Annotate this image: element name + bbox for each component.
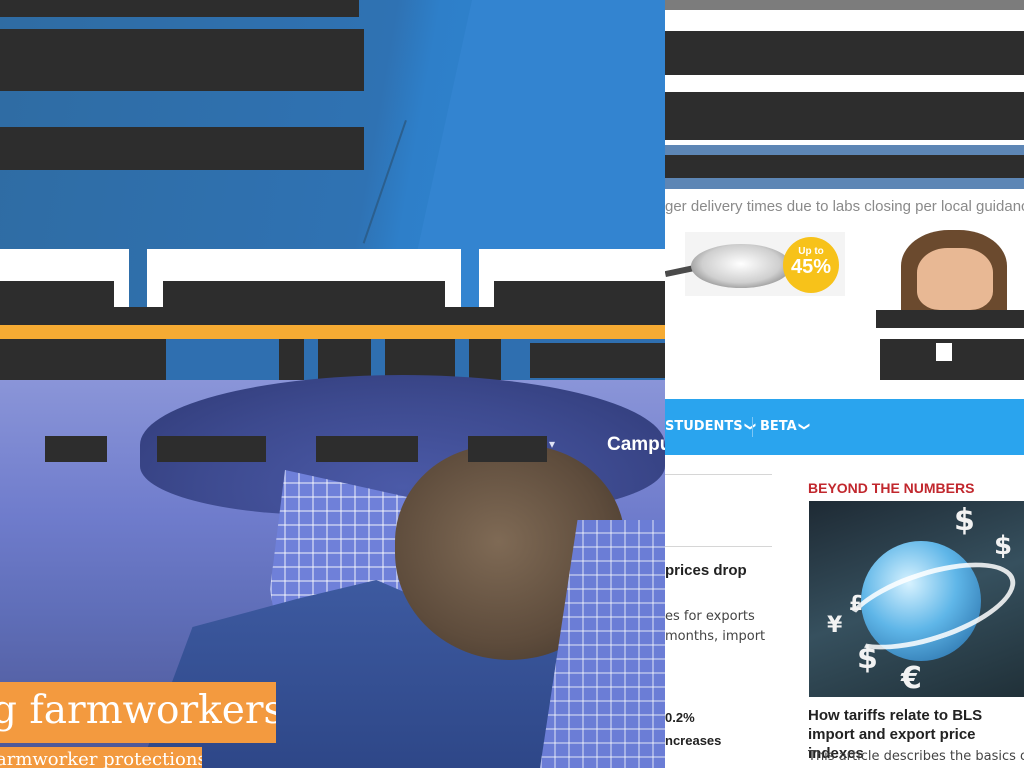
redacted-photo-nav-3[interactable] bbox=[316, 436, 418, 462]
photo-nav-campus-link[interactable]: Campu bbox=[607, 434, 665, 456]
redacted-photo-nav-1[interactable] bbox=[45, 436, 107, 462]
redacted-right-header-1 bbox=[665, 31, 1024, 75]
redacted-tab-bar bbox=[0, 307, 665, 325]
frying-pan-image bbox=[691, 244, 791, 288]
redacted-site-logo[interactable] bbox=[0, 29, 364, 91]
redacted-right-strip-text bbox=[665, 155, 1024, 178]
notice-banner-text: ger delivery times due to labs closing p… bbox=[665, 198, 1024, 215]
header-orange-stripe bbox=[0, 325, 665, 339]
beyond-the-numbers-heading: BEYOND THE NUMBERS bbox=[808, 480, 975, 496]
beyond-the-numbers-article-desc: This article describes the basics on t bbox=[808, 749, 1024, 764]
stat-value: 0.2% bbox=[665, 710, 695, 725]
redacted-nav-item-2[interactable] bbox=[279, 339, 304, 380]
redacted-photo-nav-4[interactable] bbox=[468, 436, 547, 462]
portrait-ad[interactable] bbox=[885, 230, 1024, 310]
phone-icon bbox=[935, 342, 953, 362]
nav-item-beta-label: BETA bbox=[760, 419, 797, 434]
article-summary-line-1: es for exports bbox=[665, 609, 755, 624]
divider bbox=[665, 474, 772, 475]
right-top-bar bbox=[665, 0, 1024, 10]
redacted-tab-label-2 bbox=[163, 281, 445, 307]
yen-symbol: ¥ bbox=[827, 613, 843, 638]
nav-item-students-label: STUDENTS bbox=[665, 419, 743, 434]
redacted-header-strip bbox=[0, 0, 359, 17]
divider bbox=[665, 546, 772, 547]
secondary-nav-bar: STUDENTS❯ BETA❯ bbox=[665, 399, 1024, 455]
redacted-nav-item-3[interactable] bbox=[318, 339, 371, 380]
chevron-down-icon: ❯ bbox=[743, 421, 757, 432]
pound-symbol: £ bbox=[849, 591, 863, 615]
hero-subhead-box[interactable]: armworker protections bbox=[0, 747, 202, 768]
nav-item-beta[interactable]: BETA❯ bbox=[760, 419, 811, 434]
dollar-symbol: $ bbox=[954, 503, 975, 538]
redacted-nav-item-6[interactable] bbox=[530, 343, 665, 378]
sale-badge: Up to 45% bbox=[783, 237, 839, 293]
article-title-link[interactable]: prices drop bbox=[665, 562, 747, 579]
chevron-down-icon: ❯ bbox=[797, 421, 811, 432]
redacted-nav-item-4[interactable] bbox=[385, 339, 455, 380]
euro-symbol: € bbox=[901, 661, 922, 696]
hero-headline: g farmworkers bbox=[0, 688, 276, 733]
globe-currency-image[interactable]: $ $ £ ¥ $ € bbox=[809, 501, 1024, 697]
right-page-panel: ger delivery times due to labs closing p… bbox=[665, 0, 1024, 768]
redacted-portrait-caption bbox=[876, 310, 1024, 328]
portrait-face bbox=[917, 248, 993, 310]
redacted-tab-label-3 bbox=[494, 281, 665, 307]
article-summary-line-2: months, import bbox=[665, 629, 766, 644]
redacted-tab-label-1 bbox=[0, 281, 114, 307]
dollar-symbol: $ bbox=[994, 531, 1013, 561]
redacted-site-tagline bbox=[0, 127, 364, 170]
left-page-panel: ▾ Campu g farmworkers armworker protecti… bbox=[0, 0, 665, 768]
stat-label: ncreases bbox=[665, 733, 722, 748]
sale-badge-percent: 45% bbox=[790, 256, 832, 278]
dollar-symbol: $ bbox=[857, 641, 878, 676]
hero-headline-box[interactable]: g farmworkers bbox=[0, 682, 276, 743]
nav-item-students[interactable]: STUDENTS❯ bbox=[665, 419, 757, 434]
caret-down-icon: ▾ bbox=[549, 437, 556, 451]
redacted-right-header-2 bbox=[665, 92, 1024, 140]
redacted-photo-nav-2[interactable] bbox=[157, 436, 266, 462]
nav-separator bbox=[752, 417, 753, 437]
redacted-nav-item-1[interactable] bbox=[0, 339, 166, 384]
redacted-nav-item-5[interactable] bbox=[469, 339, 501, 380]
hero-subhead: armworker protections bbox=[0, 749, 202, 768]
